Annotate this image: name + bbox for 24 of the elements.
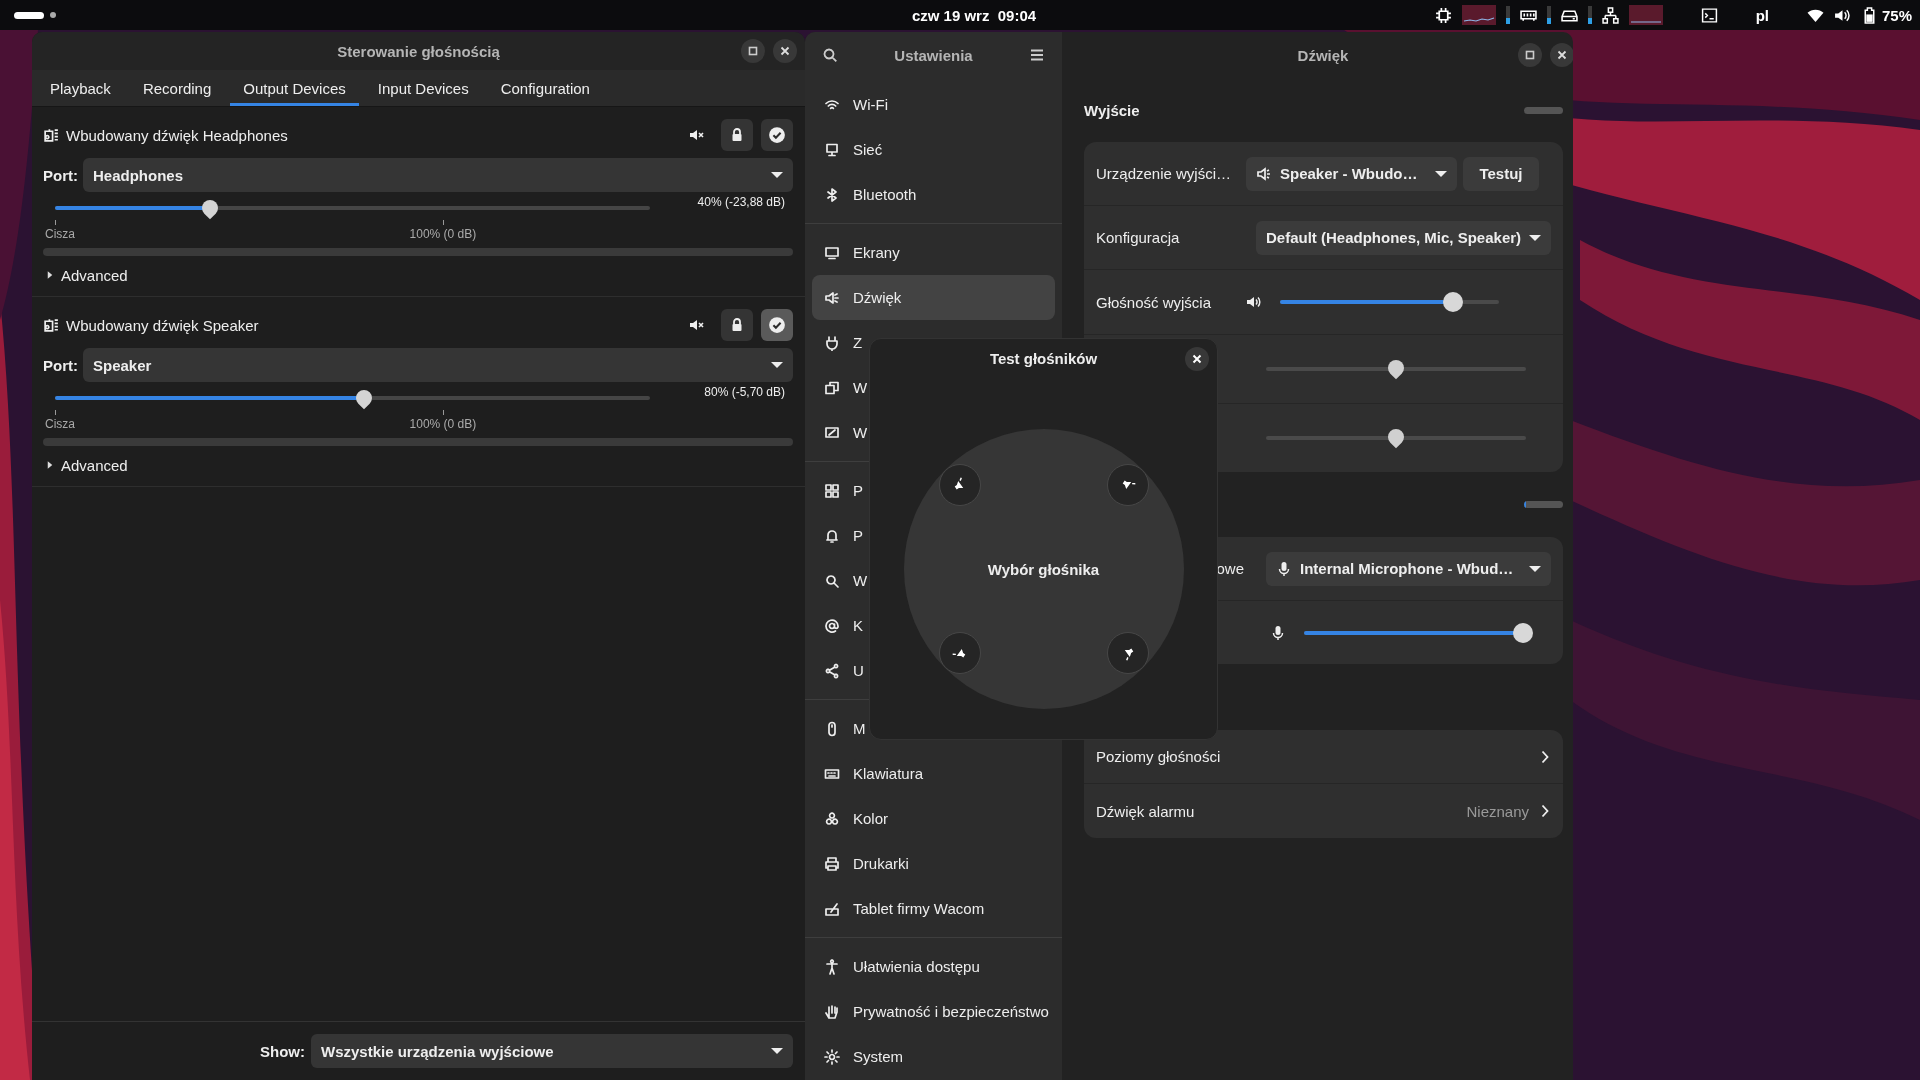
circle-label: Wybór głośnika bbox=[987, 560, 1100, 578]
window-title: Sterowanie głośnością bbox=[337, 42, 500, 60]
port-label: Port: bbox=[43, 356, 79, 374]
scale-label: Cisza bbox=[45, 417, 75, 431]
port-label: Port: bbox=[43, 166, 79, 184]
scale-label: Cisza bbox=[45, 227, 75, 241]
section-heading: Wyjście bbox=[1084, 101, 1140, 119]
row-value: Nieznany bbox=[1466, 802, 1530, 820]
row-label: owe bbox=[1215, 560, 1245, 577]
scale-label: 100% (0 dB) bbox=[409, 227, 477, 241]
row-label: Urządzenie wyjści… bbox=[1096, 165, 1233, 182]
row-label: Konfiguracja bbox=[1096, 229, 1181, 246]
device-name: Wbudowany dźwięk Speaker bbox=[66, 316, 260, 334]
expander-label: Advanced bbox=[61, 456, 128, 474]
row-label: Głośność wyjścia bbox=[1096, 293, 1213, 311]
sidebar-title: Ustawienia bbox=[894, 46, 973, 64]
dialog-title: Test głośników bbox=[989, 349, 1098, 367]
expander-label: Advanced bbox=[61, 266, 128, 284]
device-name: Wbudowany dźwięk Headphones bbox=[66, 126, 289, 144]
volume-reading: 80% (-5,70 dB) bbox=[703, 384, 786, 401]
show-label: Show: bbox=[259, 1042, 305, 1060]
scale-label: 100% (0 dB) bbox=[409, 417, 477, 431]
volume-reading: 40% (-23,88 dB) bbox=[696, 194, 786, 211]
page-title: Dźwięk bbox=[1297, 46, 1349, 64]
